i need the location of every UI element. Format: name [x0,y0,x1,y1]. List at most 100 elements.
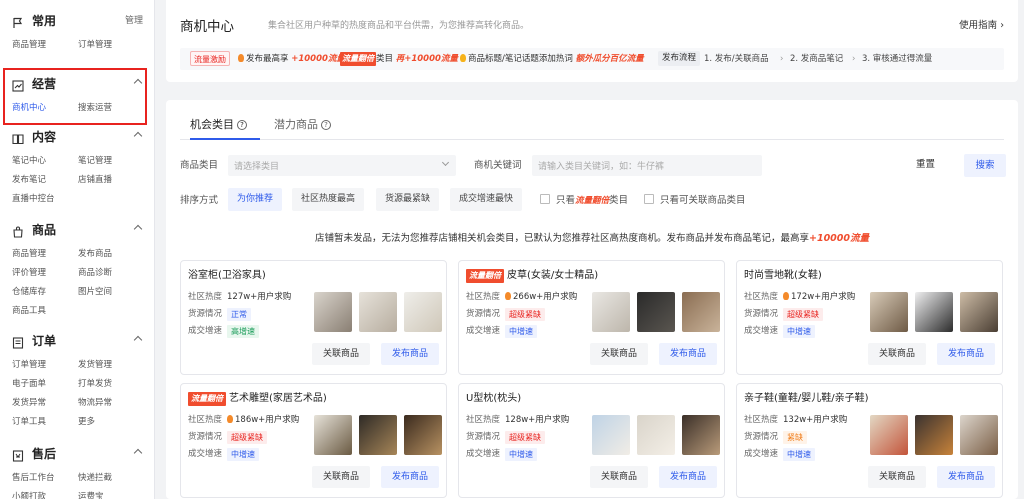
flow-arrow-2-icon: › [852,54,856,64]
publish-product-button[interactable]: 发布商品 [381,466,439,488]
sidebar-section-header[interactable]: 售后 [12,446,147,462]
sidebar-item[interactable]: 直播中控台 [12,193,55,205]
link-product-button[interactable]: 关联商品 [590,466,648,488]
sidebar-item[interactable]: 小额打款 [12,491,46,499]
guide-link[interactable]: 使用指南 › [959,17,1004,31]
sidebar-item[interactable]: 商品工具 [12,305,46,317]
manage-link[interactable]: 管理 [125,14,143,28]
sidebar-section-header[interactable]: 商品 [12,222,147,238]
keyword-input[interactable]: 请输入类目关键词，如：牛仔裤 [532,155,762,176]
product-thumbnail[interactable] [870,292,908,332]
link-product-button[interactable]: 关联商品 [312,466,370,488]
sidebar-item[interactable]: 打单发货 [78,378,112,390]
sidebar-section-title: 商品 [32,223,57,237]
flow-double-check-label: 只看流量翻倍类目 [556,195,629,206]
sort-scarce[interactable]: 货源最紧缺 [376,188,440,211]
sidebar-section-title: 内容 [32,130,57,144]
product-title: 流量翻倍 皮草(女装/女士精品) [466,269,598,283]
link-product-button[interactable]: 关联商品 [868,466,926,488]
chevron-up-icon[interactable] [133,131,143,141]
heat-label: 社区热度 [188,415,223,425]
flow-double-checkbox[interactable] [540,194,550,204]
sidebar-item[interactable]: 订单工具 [12,416,46,428]
heat-label: 社区热度 [466,415,501,425]
link-product-button[interactable]: 关联商品 [312,343,370,365]
linkable-checkbox[interactable] [644,194,654,204]
growth-badge: 中增速 [227,448,259,461]
supply-label: 货源情况 [188,309,223,319]
publish-product-button[interactable]: 发布商品 [659,343,717,365]
link-product-button[interactable]: 关联商品 [590,343,648,365]
sidebar-section-header[interactable]: 常用 管理 [12,13,147,29]
chevron-up-icon[interactable] [133,335,143,345]
sidebar-item[interactable]: 更多 [78,416,95,428]
sidebar-item[interactable]: 商品管理 [12,39,46,51]
category-select[interactable]: 请选择类目 [228,155,456,176]
product-thumbnail[interactable] [592,415,630,455]
sidebar-item[interactable]: 商品诊断 [78,267,112,279]
chevron-up-icon[interactable] [133,448,143,458]
sidebar-section-header[interactable]: 订单 [12,333,147,349]
sidebar-item[interactable]: 笔记管理 [78,155,112,167]
sidebar-item[interactable]: 店铺直播 [78,174,112,186]
sidebar-item[interactable]: 发布笔记 [12,174,46,186]
product-thumbnail[interactable] [359,415,397,455]
product-thumbnail[interactable] [637,292,675,332]
sidebar-section-header[interactable]: 内容 [12,129,147,145]
product-thumbnail[interactable] [637,415,675,455]
tab-underline [190,138,260,140]
tab-opportunity[interactable]: 机会类目? [190,118,247,132]
search-button[interactable]: 搜索 [964,154,1006,177]
sidebar-section-title: 售后 [32,447,57,461]
sort-recommended[interactable]: 为你推荐 [228,188,283,211]
publish-product-button[interactable]: 发布商品 [381,343,439,365]
fire-icon [505,292,511,300]
page-title: 商机中心 [180,19,234,35]
product-thumbnail[interactable] [960,292,998,332]
growth-label: 成交增速 [188,449,223,459]
product-thumbnail[interactable] [960,415,998,455]
sidebar-item[interactable]: 订单管理 [78,39,112,51]
sidebar-item[interactable]: 评价管理 [12,267,46,279]
product-card: 时尚雪地靴(女鞋) 社区热度 172w+用户求购 货源情况 超级紧缺 成交增速 中增速 关联商… [736,260,1003,375]
sidebar-item[interactable]: 商品管理 [12,248,46,260]
sort-heat[interactable]: 社区热度最高 [292,188,365,211]
publish-product-button[interactable]: 发布商品 [937,466,995,488]
sidebar-item[interactable]: 售后工作台 [12,472,55,484]
sidebar-item[interactable]: 发货管理 [78,359,112,371]
link-product-button[interactable]: 关联商品 [868,343,926,365]
service-icon [12,447,24,462]
reset-button[interactable]: 重置 [916,156,935,170]
product-thumbnail[interactable] [404,292,442,332]
tab-potential[interactable]: 潜力商品? [274,118,331,132]
sidebar-item[interactable]: 订单管理 [12,359,46,371]
sort-growth[interactable]: 成交增速最快 [450,188,523,211]
sidebar-item[interactable]: 仓储库存 [12,286,46,298]
sidebar-item[interactable]: 运费宝 [78,491,104,499]
product-thumbnail[interactable] [915,292,953,332]
product-thumbnail[interactable] [404,415,442,455]
sidebar-item[interactable]: 物流异常 [78,397,112,409]
product-thumbnail[interactable] [359,292,397,332]
product-thumbnail[interactable] [915,415,953,455]
publish-product-button[interactable]: 发布商品 [937,343,995,365]
chevron-up-icon[interactable] [133,224,143,234]
heat-value: 266w+用户求购 [505,292,577,303]
book-icon [12,130,24,145]
product-thumbnail[interactable] [682,292,720,332]
product-thumbnail[interactable] [314,292,352,332]
sidebar-item[interactable]: 图片空间 [78,286,112,298]
product-title: 流量翻倍 艺术雕塑(家居艺术品) [188,392,327,406]
sidebar-item[interactable]: 发布商品 [78,248,112,260]
publish-product-button[interactable]: 发布商品 [659,466,717,488]
sidebar-item[interactable]: 发货异常 [12,397,46,409]
sidebar-item[interactable]: 电子面单 [12,378,46,390]
product-card: 亲子鞋(童鞋/婴儿鞋/亲子鞋) 社区热度 132w+用户求购 货源情况 紧缺 成交增速 中增… [736,383,1003,498]
product-thumbnail[interactable] [870,415,908,455]
product-thumbnail[interactable] [682,415,720,455]
product-thumbnail[interactable] [592,292,630,332]
sidebar-item[interactable]: 笔记中心 [12,155,46,167]
product-thumbnail[interactable] [314,415,352,455]
supply-label: 货源情况 [466,309,501,319]
sidebar-item[interactable]: 快递拦截 [78,472,112,484]
